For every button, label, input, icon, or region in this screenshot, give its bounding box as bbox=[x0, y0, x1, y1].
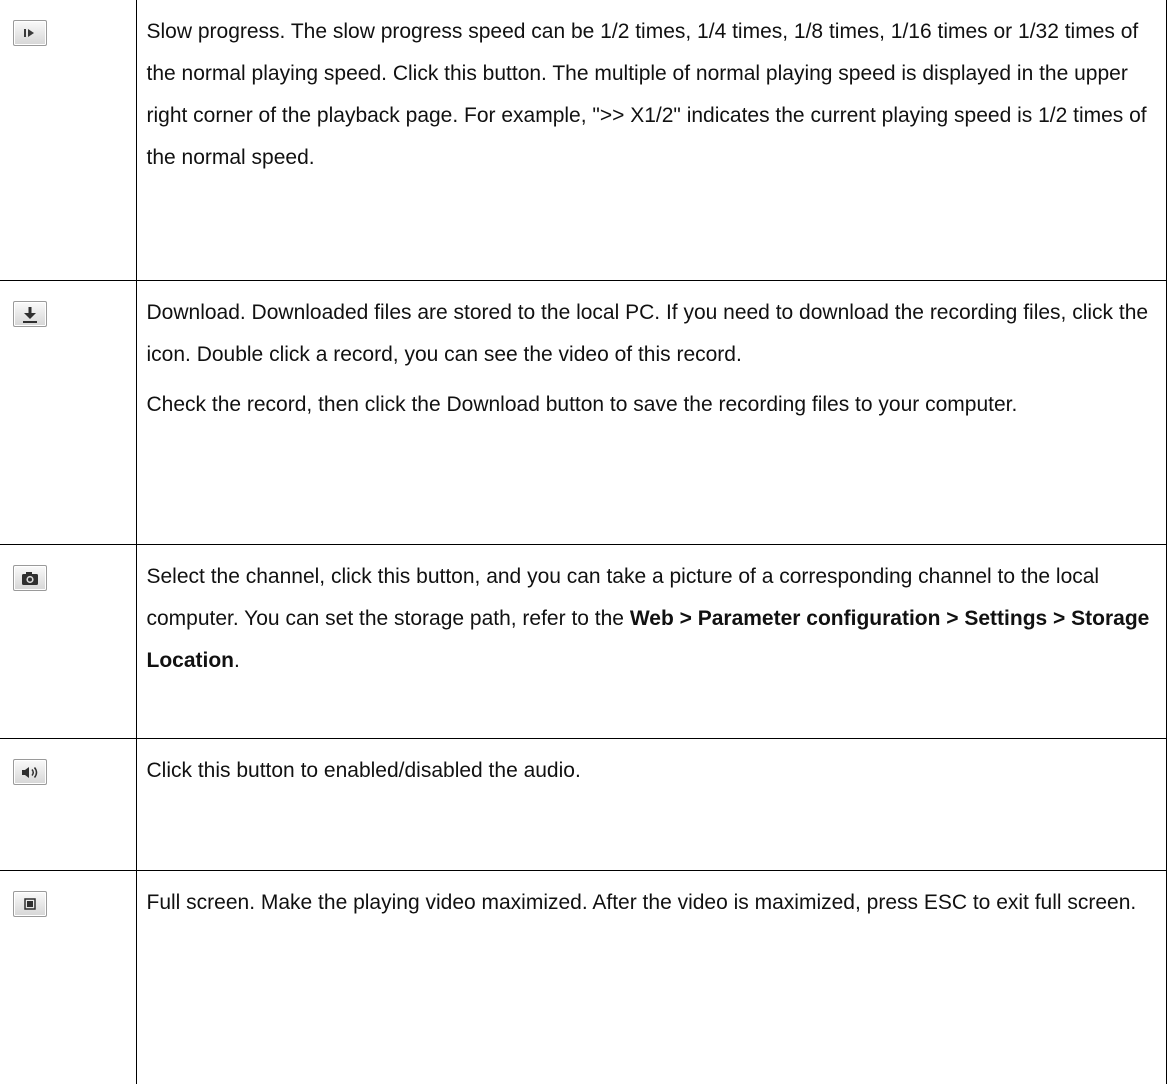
description-paragraph: Select the channel, click this button, a… bbox=[147, 556, 1155, 682]
icon-cell bbox=[0, 545, 136, 739]
description-cell: Download. Downloaded files are stored to… bbox=[136, 281, 1167, 545]
table-row: Download. Downloaded files are stored to… bbox=[0, 281, 1167, 545]
icon-cell bbox=[0, 871, 136, 1084]
table-row: Full screen. Make the playing video maxi… bbox=[0, 871, 1167, 1084]
table-row: Slow progress. The slow progress speed c… bbox=[0, 0, 1167, 281]
description-paragraph: Check the record, then click the Downloa… bbox=[147, 384, 1155, 426]
button-description-table: Slow progress. The slow progress speed c… bbox=[0, 0, 1167, 1084]
description-paragraph: Click this button to enabled/disabled th… bbox=[147, 750, 1155, 792]
icon-cell bbox=[0, 739, 136, 871]
description-paragraph: Slow progress. The slow progress speed c… bbox=[147, 11, 1155, 179]
icon-cell bbox=[0, 0, 136, 281]
slow-play-icon[interactable] bbox=[13, 20, 47, 46]
speaker-icon[interactable] bbox=[13, 759, 47, 785]
table-row: Click this button to enabled/disabled th… bbox=[0, 739, 1167, 871]
icon-cell bbox=[0, 281, 136, 545]
description-paragraph: Download. Downloaded files are stored to… bbox=[147, 292, 1155, 376]
description-cell: Click this button to enabled/disabled th… bbox=[136, 739, 1167, 871]
description-cell: Select the channel, click this button, a… bbox=[136, 545, 1167, 739]
fullscreen-icon[interactable] bbox=[13, 891, 47, 917]
description-text-end: . bbox=[234, 649, 240, 672]
table-row: Select the channel, click this button, a… bbox=[0, 545, 1167, 739]
description-cell: Slow progress. The slow progress speed c… bbox=[136, 0, 1167, 281]
description-cell: Full screen. Make the playing video maxi… bbox=[136, 871, 1167, 1084]
camera-icon[interactable] bbox=[13, 565, 47, 591]
description-paragraph: Full screen. Make the playing video maxi… bbox=[147, 882, 1155, 924]
download-icon[interactable] bbox=[13, 301, 47, 327]
